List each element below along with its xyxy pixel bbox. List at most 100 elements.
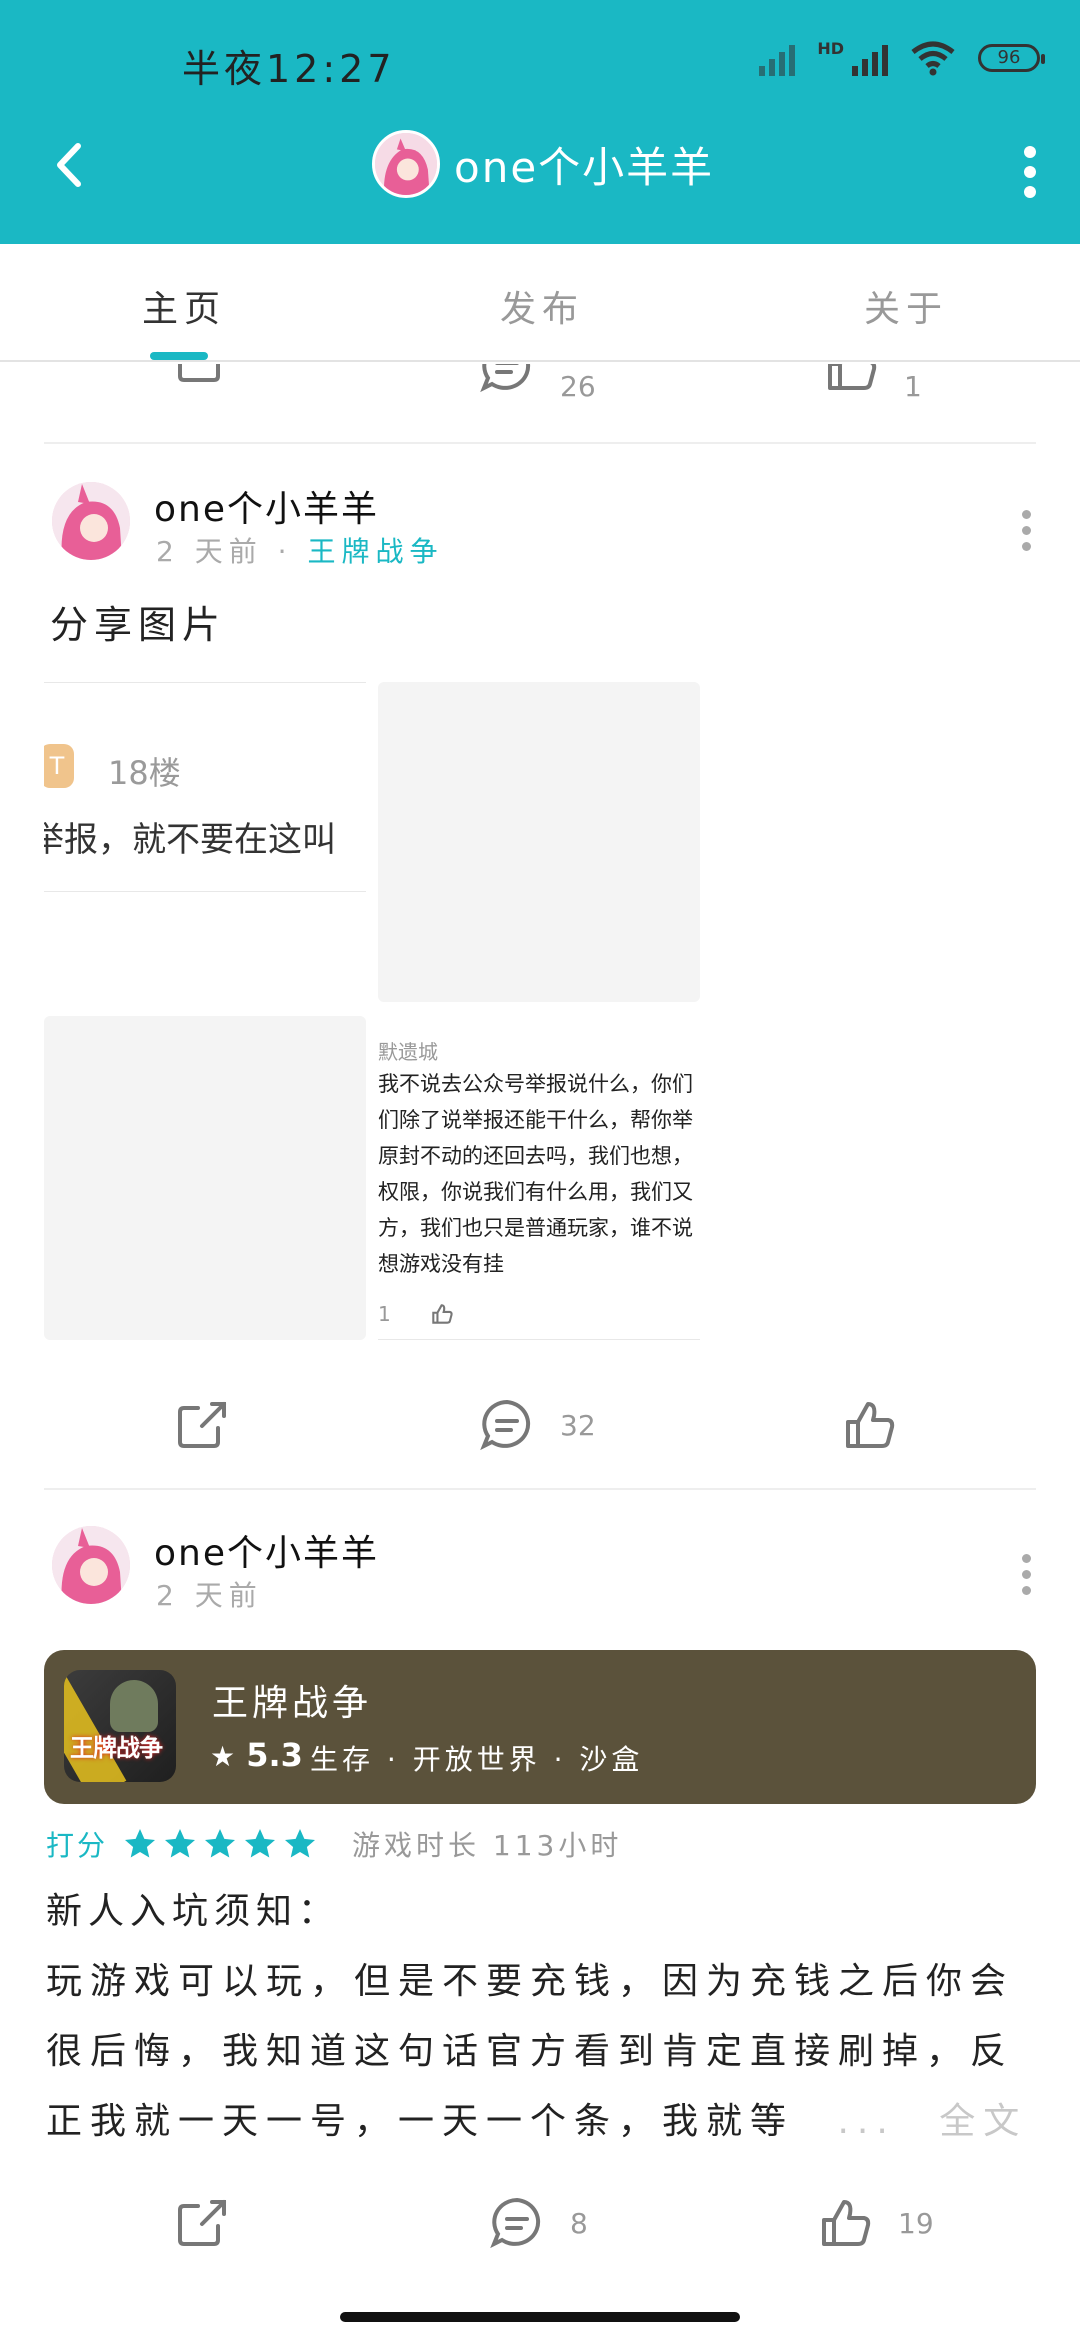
review-line: 玩游戏可以玩，但是不要充钱，因为充钱之后你会: [46, 1961, 1015, 2002]
post-actions: 32: [0, 1386, 1080, 1476]
comment-count: 32: [560, 1408, 596, 1442]
previous-post-actions: 26 1: [0, 364, 1080, 440]
thumbs-up-icon: [828, 364, 877, 390]
floor-number: 18楼: [108, 754, 181, 792]
post-time: 2 天前: [156, 1579, 263, 1612]
shared-image-1[interactable]: T 18楼 举报，就不要在这叫: [44, 682, 366, 892]
post-text: 分享图片: [50, 603, 227, 647]
like-button[interactable]: 1: [822, 364, 922, 403]
comment-button[interactable]: 32: [478, 1396, 596, 1454]
comment-icon: [490, 2197, 541, 2249]
share-button[interactable]: [172, 364, 230, 388]
post-time: 2 天前: [156, 535, 263, 568]
like-count: 1: [904, 370, 922, 403]
avatar[interactable]: [52, 482, 130, 560]
comment-icon: [480, 1399, 531, 1451]
post-card[interactable]: one个小羊羊 2 天前 · 王牌战争 分享图片 T 18楼 举报，就不要在这叫…: [0, 444, 1080, 1484]
like-button[interactable]: [840, 1396, 922, 1454]
post-menu-icon[interactable]: [1020, 1554, 1032, 1600]
rating-row: 打分 游戏时长 113小时: [46, 1824, 622, 1864]
review-line: 正我就一天一号，一天一个条，我就等 ... 全文: [46, 2092, 1027, 2144]
post-card[interactable]: one个小羊羊 2 天前 王牌战争 王牌战争 ★ 5.3 生存 · 开放世界 ·…: [0, 1490, 1080, 2300]
full-text-link[interactable]: 全文: [939, 2101, 1027, 2142]
tab-home[interactable]: 主页: [142, 280, 226, 332]
comment-button[interactable]: 26: [478, 364, 596, 403]
game-score: ★ 5.3: [210, 1736, 303, 1774]
meta-separator: ·: [277, 535, 293, 568]
divider: [378, 1339, 700, 1340]
comment-line: 想游戏没有挂: [378, 1252, 504, 1276]
network-type: HD: [817, 38, 844, 58]
game-tag-link[interactable]: 王牌战争: [307, 535, 443, 568]
game-name: 王牌战争: [212, 1683, 373, 1724]
star-icon: [285, 1829, 316, 1858]
page-title: one个小羊羊: [454, 142, 715, 192]
comment-line: 们除了说举报还能干什么，帮你举: [378, 1108, 693, 1132]
comment-line: 权限，你说我们有什么用，我们又: [378, 1180, 693, 1204]
rating-label: 打分: [46, 1829, 109, 1862]
active-tab-indicator: [150, 352, 208, 360]
status-icons: HD 96: [759, 38, 1045, 76]
playtime: 游戏时长 113小时: [352, 1829, 623, 1862]
status-bar: 半夜12:27 HD 96: [0, 30, 1080, 91]
star-icon: ★: [210, 1740, 236, 1773]
like-count: 19: [898, 2206, 934, 2240]
game-card[interactable]: 王牌战争 王牌战争 ★ 5.3 生存 · 开放世界 · 沙盒: [44, 1650, 1036, 1804]
shared-image-2[interactable]: [378, 682, 700, 1002]
home-indicator[interactable]: [340, 2312, 740, 2322]
shared-image-4[interactable]: 默遗城 我不说去公众号举报说什么，你们 们除了说举报还能干什么，帮你举 原封不动…: [378, 1016, 700, 1340]
image-text: 举报，就不要在这叫: [44, 820, 336, 860]
thumbs-up-icon: [432, 1304, 453, 1324]
comment-count: 1: [378, 1302, 391, 1326]
avatar[interactable]: [52, 1526, 130, 1604]
star-icon: [125, 1829, 156, 1858]
wifi-icon: [911, 41, 955, 76]
share-button[interactable]: [172, 2194, 230, 2252]
tab-about[interactable]: 关于: [864, 280, 948, 332]
back-arrow-icon[interactable]: [44, 138, 98, 192]
comment-count: 26: [560, 370, 596, 403]
level-badge: T: [44, 744, 74, 788]
star-icon: [165, 1829, 196, 1858]
review-heading: 新人入坑须知：: [46, 1891, 341, 1932]
battery-icon: 96: [978, 44, 1045, 72]
comment-button[interactable]: 8: [488, 2194, 588, 2252]
signal-off-icon: [759, 40, 796, 76]
share-button[interactable]: [172, 1396, 230, 1454]
tab-bar: 主页 发布 关于: [0, 244, 1080, 362]
rating-stars: [122, 1826, 318, 1862]
comment-count: 8: [570, 2206, 588, 2240]
comment-icon: [480, 364, 531, 392]
star-icon: [245, 1829, 276, 1858]
share-icon: [178, 1402, 226, 1448]
tab-posts[interactable]: 发布: [500, 280, 584, 332]
status-time: 半夜12:27: [182, 47, 396, 91]
more-options-icon[interactable]: [1020, 142, 1040, 198]
review-line-text: 正我就一天一号，一天一个条，我就等: [46, 2101, 795, 2142]
game-score-value: 5.3: [246, 1736, 303, 1774]
post-actions: 8 19: [0, 2184, 1080, 2274]
game-tags: 生存 · 开放世界 · 沙盒: [310, 1743, 644, 1776]
thumbs-up-icon: [822, 2200, 871, 2246]
share-icon: [178, 2200, 226, 2246]
shared-image-3[interactable]: [44, 1016, 366, 1340]
comment-line: 原封不动的还回去吗，我们也想，: [378, 1144, 693, 1168]
review-line: 很后悔，我知道这句话官方看到肯定直接刷掉，反: [46, 2031, 1015, 2072]
game-icon-logo: 王牌战争: [70, 1734, 163, 1762]
author-name[interactable]: one个小羊羊: [154, 480, 379, 532]
post-meta: 2 天前 · 王牌战争: [156, 530, 443, 570]
like-button[interactable]: 19: [816, 2194, 934, 2252]
star-icon: [205, 1829, 236, 1858]
comment-line: 我不说去公众号举报说什么，你们: [378, 1072, 693, 1096]
comment-username: 默遗城: [378, 1040, 438, 1064]
post-menu-icon[interactable]: [1020, 510, 1032, 556]
share-icon: [178, 364, 220, 382]
author-name[interactable]: one个小羊羊: [154, 1524, 379, 1576]
profile-title[interactable]: one个小羊羊: [372, 130, 714, 198]
comment-line: 方，我们也只是普通玩家，谁不说: [378, 1216, 693, 1240]
divider: [44, 682, 366, 683]
avatar: [372, 130, 440, 198]
divider: [44, 891, 366, 892]
app-header: 半夜12:27 HD 96 one个小羊羊: [0, 0, 1080, 244]
thumbs-up-icon: [846, 1402, 895, 1448]
